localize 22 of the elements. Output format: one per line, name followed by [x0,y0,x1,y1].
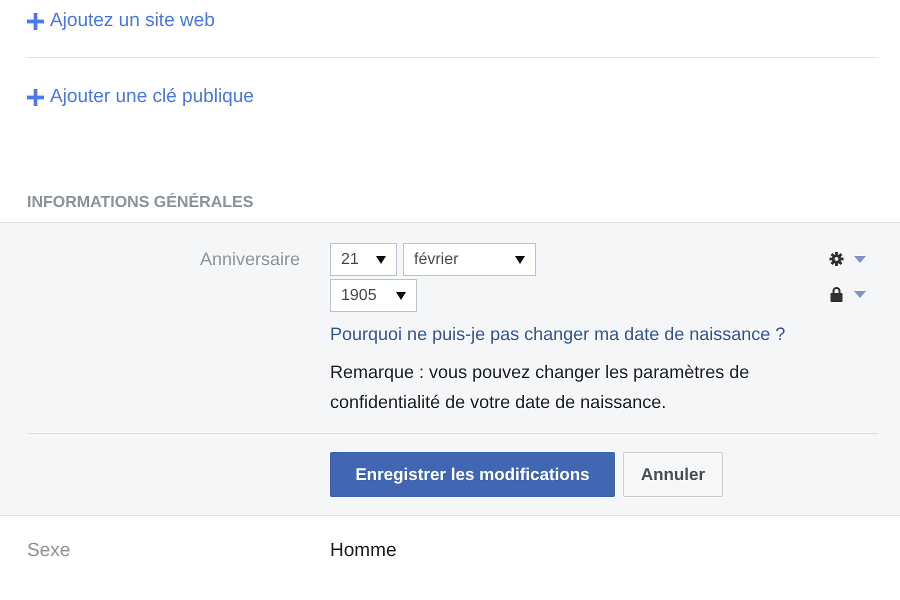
add-link[interactable]: Ajoutez un site web [27,2,215,40]
lock-icon[interactable] [829,286,844,302]
field-label: Sexe [27,540,72,562]
dropdown[interactable]: 1905 [330,279,417,312]
caret-icon[interactable] [854,256,866,262]
caret-icon[interactable] [854,290,866,298]
caret-icon [515,256,525,264]
save-button[interactable]: Enregistrer les modifications [330,452,615,497]
caret-icon [376,256,386,264]
plus-icon [27,88,44,106]
dropdown[interactable]: février [403,243,536,276]
cancel-button[interactable]: Annuler [623,452,723,497]
caret-icon [396,292,406,300]
section-heading: INFORMATIONS GÉNÉRALES [27,194,254,213]
field-value: Homme [330,540,397,562]
dropdown[interactable]: 21 [330,243,397,276]
add-link[interactable]: Ajouter une clé publique [27,78,254,116]
help-link[interactable]: Pourquoi ne puis-je pas changer ma date de naissance ? [330,324,878,345]
field-label: Anniversaire [198,248,301,271]
note-text: Remarque : vous pouvez changer les paramètres de confidentialité de votre date de naissance. [330,361,750,414]
gear-icon[interactable] [829,251,844,267]
plus-icon [27,12,44,30]
